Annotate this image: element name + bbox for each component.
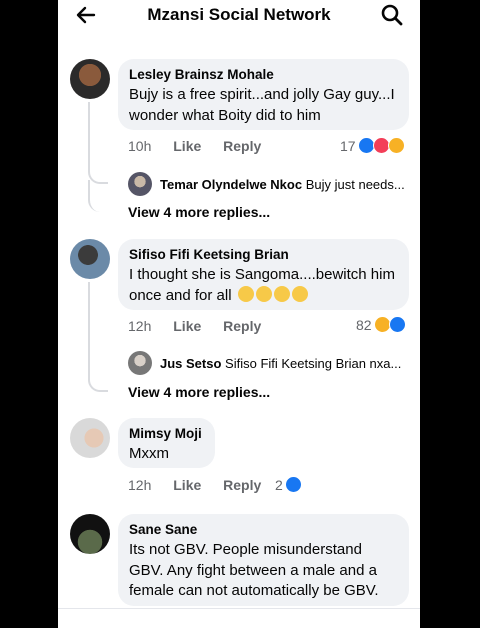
rolling-eyes-emoji-icon: [237, 285, 254, 302]
reply-text: Sifiso Fifi Keetsing Brian nxa...: [225, 356, 402, 371]
comment-author[interactable]: Sane Sane: [129, 521, 398, 538]
wow-reaction-icon: [387, 137, 405, 154]
thread-line: [88, 102, 108, 184]
comment-author[interactable]: Mimsy Moji: [129, 425, 204, 442]
view-more-replies-link[interactable]: View 4 more replies...: [128, 204, 270, 220]
comment-text: Mxxm: [129, 445, 169, 462]
comment-bubble: Mimsy Moji Mxxm: [118, 418, 215, 468]
reply-preview[interactable]: Jus Setso Sifiso Fifi Keetsing Brian nxa…: [160, 356, 410, 371]
reply-author: Jus Setso: [160, 356, 222, 371]
comment-time: 10h: [128, 138, 152, 154]
rolling-eyes-emoji-icon: [291, 285, 308, 302]
comment-actions: 12h Like Reply: [128, 477, 279, 493]
comment-author[interactable]: Sifiso Fifi Keetsing Brian: [129, 246, 398, 263]
comment-bubble: Sifiso Fifi Keetsing Brian I thought she…: [118, 239, 409, 310]
comment-composer-bar[interactable]: [58, 608, 420, 628]
thread-line: [88, 180, 108, 212]
like-reaction-icon: [284, 476, 302, 493]
rolling-eyes-emoji-icon: [255, 285, 272, 302]
comment-text: I thought she is Sangoma....bewitch him …: [129, 265, 398, 306]
comment-bubble: Lesley Brainsz Mohale Bujy is a free spi…: [118, 59, 409, 130]
reply-preview[interactable]: Temar Olyndelwe Nkoc Bujy just needs...: [160, 177, 410, 192]
avatar[interactable]: [70, 59, 110, 99]
like-button[interactable]: Like: [173, 477, 201, 493]
reaction-summary[interactable]: 2: [275, 476, 302, 493]
reaction-count: 17: [340, 137, 356, 154]
reaction-summary[interactable]: 17: [340, 137, 405, 154]
like-button[interactable]: Like: [173, 318, 201, 334]
avatar[interactable]: [70, 514, 110, 554]
comment-time: 12h: [128, 477, 152, 493]
rolling-eyes-emoji-icon: [273, 285, 290, 302]
thread-line: [88, 282, 108, 392]
page-title: Mzansi Social Network: [147, 5, 331, 24]
like-button[interactable]: Like: [173, 138, 201, 154]
like-reaction-icon: [388, 316, 406, 333]
reaction-count: 2: [275, 476, 283, 493]
comment-text: Its not GBV. People misunderstand GBV. A…: [129, 541, 379, 599]
view-more-replies-link[interactable]: View 4 more replies...: [128, 384, 270, 400]
comment-time: 12h: [128, 318, 152, 334]
comment-author[interactable]: Lesley Brainsz Mohale: [129, 66, 398, 83]
comments-screen: Mzansi Social Network Lesley Brainsz Moh…: [58, 0, 420, 628]
comment-bubble: Sane Sane Its not GBV. People misunderst…: [118, 514, 409, 606]
reply-author: Temar Olyndelwe Nkoc: [160, 177, 303, 192]
reply-button[interactable]: Reply: [223, 138, 261, 154]
search-icon[interactable]: [380, 3, 404, 27]
comment-actions: 10h Like Reply: [128, 138, 279, 154]
top-bar: Mzansi Social Network: [58, 0, 420, 32]
avatar[interactable]: [70, 239, 110, 279]
avatar[interactable]: [128, 351, 152, 375]
avatar[interactable]: [70, 418, 110, 458]
reaction-summary[interactable]: 82: [356, 316, 406, 333]
reply-button[interactable]: Reply: [223, 318, 261, 334]
reply-text: Bujy just needs...: [305, 177, 405, 192]
comment-actions: 12h Like Reply: [128, 318, 279, 334]
comment-text: Bujy is a free spirit...and jolly Gay gu…: [129, 86, 395, 124]
reply-button[interactable]: Reply: [223, 477, 261, 493]
reaction-count: 82: [356, 316, 372, 333]
avatar[interactable]: [128, 172, 152, 196]
